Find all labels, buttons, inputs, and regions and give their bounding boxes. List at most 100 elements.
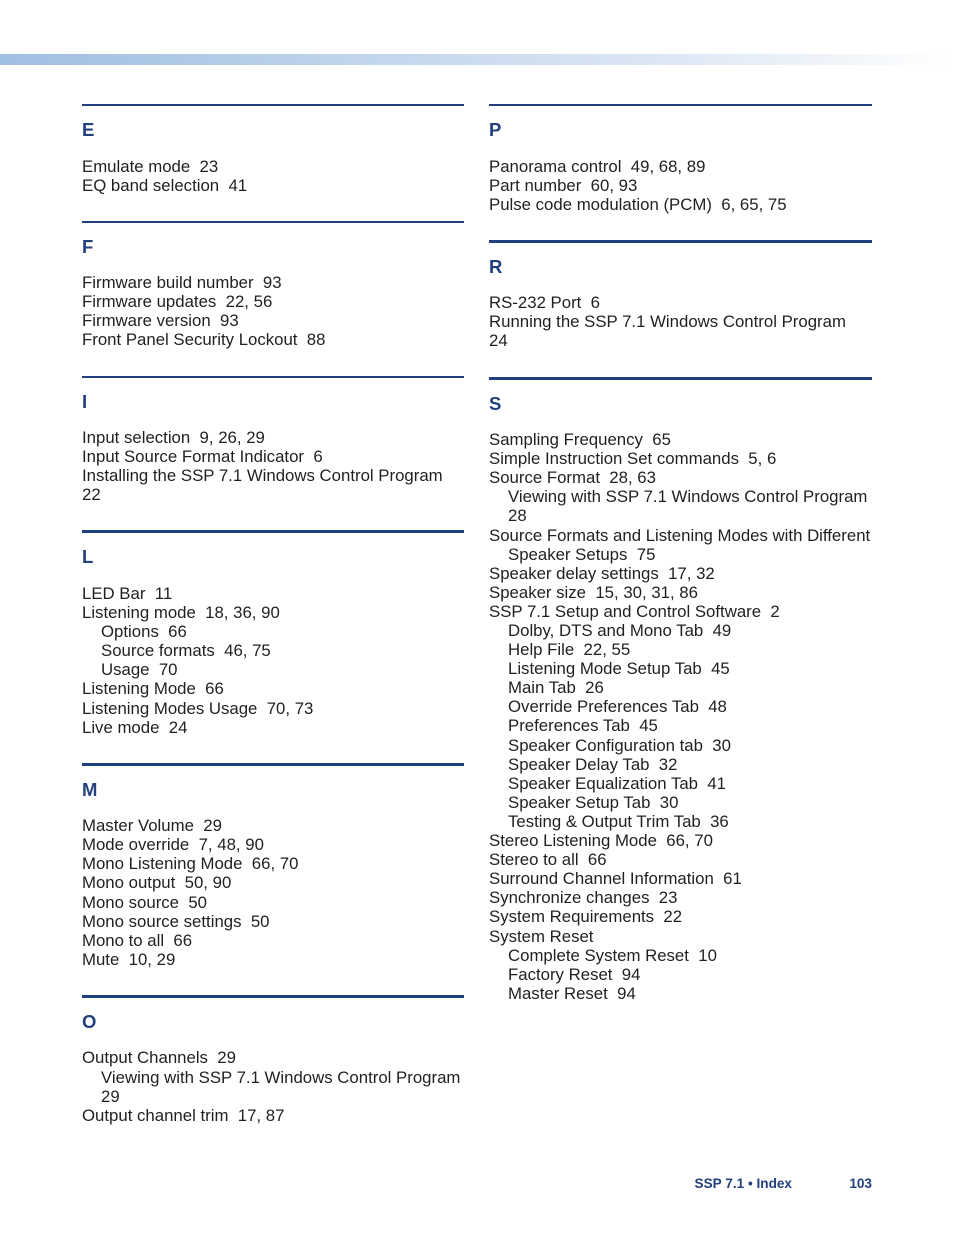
index-entry: Mono to all 66	[82, 930, 193, 950]
section-letter-heading: I	[82, 390, 88, 412]
index-entry-list: Panorama control 49, 68, 89 Part number 6…	[489, 157, 872, 214]
index-entry: Listening mode 18, 36, 90	[82, 603, 280, 623]
section-divider-rule	[82, 375, 464, 378]
index-entry: Emulate mode 23	[82, 156, 219, 176]
index-entry: Installing the SSP 7.1 Windows Control P…	[82, 466, 452, 505]
index-entry-list: LED Bar 11 Listening mode 18, 36, 90 Optio…	[82, 584, 464, 737]
index-entry: Synchronize changes 23	[489, 888, 678, 908]
index-entry: Mono output 50, 90	[82, 873, 232, 893]
index-subentry: Testing & Output Trim Tab 36	[508, 811, 729, 831]
index-section-f: F Firmware build number 93 Firmware update…	[82, 220, 464, 350]
section-letter-heading: L	[82, 546, 94, 568]
index-entry: Mode override 7, 48, 90	[82, 835, 264, 855]
index-entry: SSP 7.1 Setup and Control Software 2	[489, 601, 780, 621]
index-entry: Simple Instruction Set commands 5, 6	[489, 449, 777, 469]
index-entry: Part number 60, 93	[489, 175, 638, 195]
index-entry: Firmware version 93	[82, 311, 239, 331]
index-subentry: Viewing with SSP 7.1 Windows Control Pro…	[508, 487, 877, 526]
index-entry: Surround Channel Information 61	[489, 869, 742, 889]
section-letter-heading: M	[82, 778, 98, 800]
section-divider-rule	[82, 530, 464, 534]
footer-title: SSP 7.1 • Index	[694, 1176, 792, 1191]
index-entry: Stereo to all 66	[489, 850, 607, 870]
index-entry: Panorama control 49, 68, 89	[489, 156, 706, 176]
index-subentry: Speaker Configuration tab 30	[508, 735, 731, 755]
index-subentry: Main Tab 26	[508, 678, 604, 698]
index-entry: Mono source 50	[82, 892, 207, 912]
index-entry-list: Emulate mode 23 EQ band selection 41	[82, 157, 464, 195]
index-entry-list: Master Volume 29 Mode override 7, 48, 90 M…	[82, 816, 464, 969]
index-entry: Firmware build number 93	[82, 273, 282, 293]
index-subentry: Dolby, DTS and Mono Tab 49	[508, 621, 732, 640]
header-gradient-banner	[0, 54, 954, 65]
index-entry-list: RS-232 Port 6 Running the SSP 7.1 Windows…	[489, 293, 872, 350]
index-entry: RS-232 Port 6	[489, 293, 600, 313]
index-column-left: E Emulate mode 23 EQ band selection 41 F Fir…	[82, 104, 464, 1151]
section-letter-heading: R	[489, 255, 503, 277]
index-subentry: Source formats 46, 75	[101, 641, 271, 661]
index-entry: Listening Mode 66	[82, 679, 224, 699]
index-section-o: O Output Channels 29 Viewing with SSP 7.1 …	[82, 994, 464, 1125]
index-section-i: I Input selection 9, 26, 29 Input Source F…	[82, 375, 464, 505]
section-divider-rule	[82, 762, 464, 766]
index-subentry: Override Preferences Tab 48	[508, 697, 727, 717]
index-entry: Mono source settings 50	[82, 911, 270, 931]
index-subentry: Speaker Setup Tab 30	[508, 792, 679, 812]
index-entry: Source Formats and Listening Modes with …	[489, 525, 871, 545]
section-letter-heading: S	[489, 392, 502, 414]
index-column-right: P Panorama control 49, 68, 89 Part number …	[489, 104, 872, 1029]
index-entry: Pulse code modulation (PCM) 6, 65, 75	[489, 194, 787, 214]
index-entry-list: Firmware build number 93 Firmware updates…	[82, 273, 464, 349]
index-page: E Emulate mode 23 EQ band selection 41 F Fir…	[0, 0, 954, 1235]
index-section-l: L LED Bar 11 Listening mode 18, 36, 90 Opti…	[82, 530, 464, 737]
index-subentry: Speaker Delay Tab 32	[508, 754, 678, 774]
index-entry: Front Panel Security Lockout 88	[82, 330, 326, 350]
index-section-p: P Panorama control 49, 68, 89 Part number …	[489, 104, 872, 214]
index-entry: Sampling Frequency 65	[489, 430, 671, 450]
index-entry-list: Input selection 9, 26, 29 Input Source Fo…	[82, 428, 464, 504]
index-entry: Output channel trim 17, 87	[82, 1105, 285, 1125]
index-subentry: Help File 22, 55	[508, 640, 631, 660]
index-subentry: Factory Reset 94	[508, 964, 641, 984]
index-section-s: S Sampling Frequency 65 Simple Instruction…	[489, 376, 872, 1003]
section-divider-rule	[82, 994, 464, 998]
index-subentry: Usage 70	[101, 660, 178, 680]
index-entry: System Requirements 22	[489, 907, 683, 927]
index-entry: Mono Listening Mode 66, 70	[82, 854, 299, 874]
section-divider-rule	[489, 104, 872, 106]
index-entry-list: Output Channels 29 Viewing with SSP 7.1 W…	[82, 1048, 464, 1124]
section-divider-rule	[489, 239, 872, 243]
index-entry-list: Sampling Frequency 65 Simple Instruction …	[489, 430, 872, 1003]
index-entry: Master Volume 29	[82, 816, 222, 836]
index-entry: Source Format 28, 63	[489, 468, 656, 488]
index-section-m: M Master Volume 29 Mode override 7, 48, 90…	[82, 762, 464, 969]
index-entry: Firmware updates 22, 56	[82, 292, 273, 312]
index-section-e: E Emulate mode 23 EQ band selection 41	[82, 104, 464, 195]
index-entry: Stereo Listening Mode 66, 70	[489, 831, 713, 851]
index-entry: Output Channels 29	[82, 1048, 236, 1068]
index-section-r: R RS-232 Port 6 Running the SSP 7.1 Window…	[489, 239, 872, 351]
section-letter-heading: O	[82, 1010, 97, 1032]
index-subentry: Complete System Reset 10	[508, 945, 717, 965]
index-entry: Listening Modes Usage 70, 73	[82, 698, 314, 718]
section-divider-rule	[82, 220, 464, 223]
index-entry: EQ band selection 41	[82, 175, 248, 195]
section-letter-heading: F	[82, 235, 94, 257]
index-entry: Mute 10, 29	[82, 949, 176, 969]
index-entry: Running the SSP 7.1 Windows Control Prog…	[489, 312, 856, 351]
index-entry: Live mode 24	[82, 717, 188, 737]
index-subentry: Options 66	[101, 622, 187, 642]
index-entry: System Reset	[489, 926, 594, 946]
index-entry: Speaker delay settings 17, 32	[489, 563, 715, 583]
section-divider-rule	[82, 104, 464, 106]
index-subentry: Listening Mode Setup Tab 45	[508, 659, 730, 679]
index-entry: Input selection 9, 26, 29	[82, 428, 265, 448]
section-letter-heading: E	[82, 119, 95, 140]
footer-page-number: 103	[849, 1176, 872, 1191]
index-subentry: Preferences Tab 45	[508, 716, 658, 736]
section-letter-heading: P	[489, 119, 502, 140]
index-entry: Input Source Format Indicator 6	[82, 447, 323, 467]
index-entry: Speaker size 15, 30, 31, 86	[489, 582, 698, 602]
section-divider-rule	[489, 376, 872, 380]
index-subentry: Speaker Equalization Tab 41	[508, 773, 726, 793]
